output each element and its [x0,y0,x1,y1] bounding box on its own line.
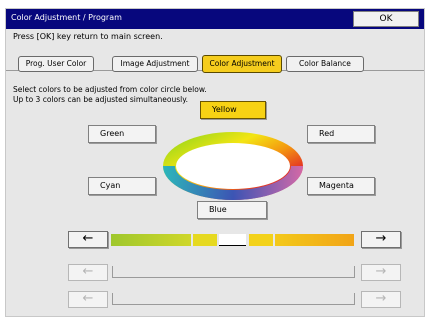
scale-segment [193,234,217,246]
arrow-left-icon: ← [82,264,94,279]
color-circle-center [176,143,290,189]
red-label: Red [319,129,335,138]
magenta-label: Magenta [319,181,354,190]
arrow-right-icon: → [375,231,387,246]
instruction-line-2: Up to 3 colors can be adjusted simultane… [13,95,189,104]
scale-segment [249,234,273,246]
arrow-left-icon: ← [82,291,94,306]
red-button[interactable]: Red [307,125,375,143]
instruction-line-1: Select colors to be adjusted from color … [13,85,207,94]
selection-instructions: Select colors to be adjusted from color … [13,85,207,105]
arrow-right-icon: → [375,264,387,279]
ok-button[interactable]: OK [353,11,419,27]
slider-2-track [112,266,355,278]
yellow-label: Yellow [212,105,237,114]
slider-3-left-button[interactable]: ← [68,291,108,308]
tab-color-balance[interactable]: Color Balance [286,56,364,72]
yellow-button[interactable]: Yellow [200,101,266,119]
green-label: Green [100,129,125,138]
green-button[interactable]: Green [88,125,156,143]
tab-image-adjustment[interactable]: Image Adjustment [112,56,198,72]
slider-3-track [112,293,355,305]
slider-2-left-button[interactable]: ← [68,264,108,281]
slider-1-scale[interactable] [111,234,354,246]
arrow-left-icon: ← [82,231,94,246]
instruction-text: Press [OK] key return to main screen. [13,32,163,41]
color-adjustment-panel: Color Adjustment / Program OK Press [OK]… [5,8,425,317]
blue-button[interactable]: Blue [197,201,267,219]
title-bar: Color Adjustment / Program OK [6,9,424,29]
blue-label: Blue [209,205,227,214]
slider-1-right-button[interactable]: → [361,231,401,248]
slider-3-right-button[interactable]: → [361,291,401,308]
window-title: Color Adjustment / Program [11,13,122,22]
cyan-button[interactable]: Cyan [88,177,156,195]
tab-color-adjustment[interactable]: Color Adjustment [202,55,282,73]
cyan-label: Cyan [100,181,121,190]
scale-segment [275,234,354,246]
tab-prog-user-color[interactable]: Prog. User Color [18,56,94,72]
slider-2-right-button[interactable]: → [361,264,401,281]
slider-1-left-button[interactable]: ← [68,231,108,248]
color-circle [163,132,303,200]
magenta-button[interactable]: Magenta [307,177,375,195]
scale-segment [111,234,191,246]
scale-segment-center [219,234,246,246]
arrow-right-icon: → [375,291,387,306]
